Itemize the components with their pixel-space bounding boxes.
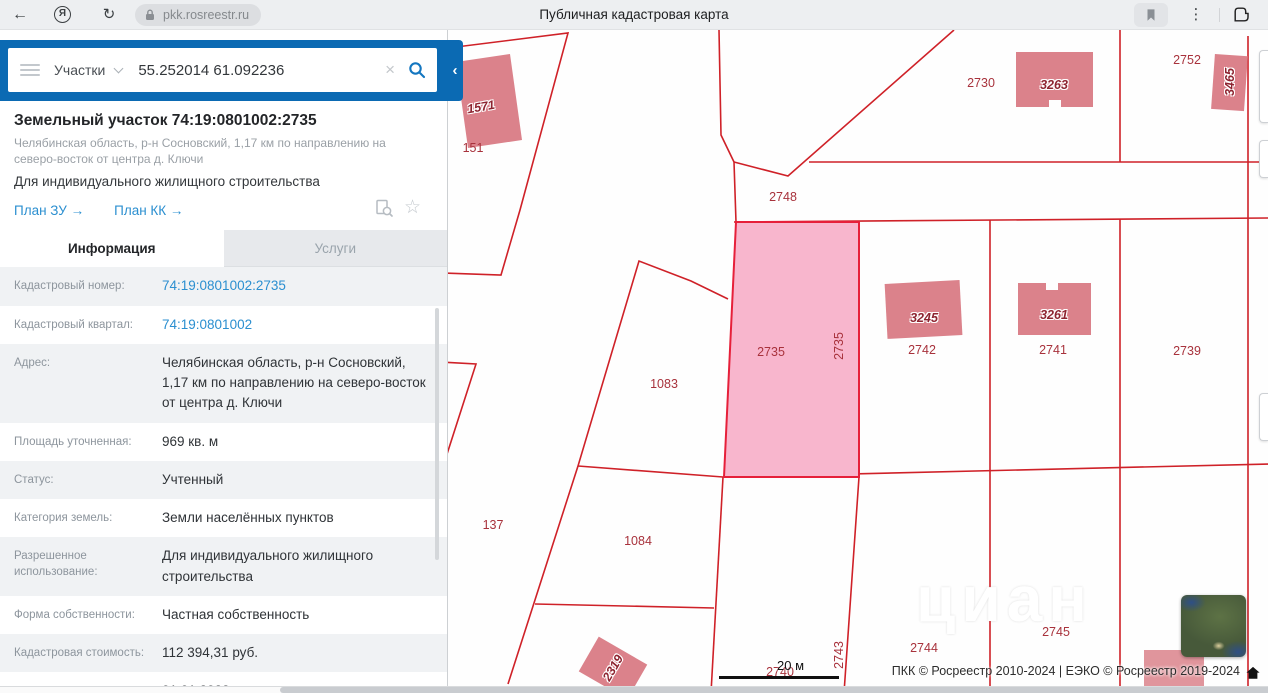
parcel-label-2730: 2730 [967, 76, 995, 90]
table-row: Категория земель: Земли населённых пункт… [0, 499, 447, 538]
url-text: pkk.rosreestr.ru [163, 8, 250, 22]
page-title: Публичная кадастровая карта [539, 7, 729, 22]
table-row: Площадь уточненная: 969 кв. м [0, 422, 447, 461]
parcel-label-2742: 2742 [908, 343, 936, 357]
back-icon[interactable]: ← [10, 0, 30, 30]
parcel-label-2735: 2735 [757, 345, 785, 359]
object-address: Челябинская область, р-н Сосновский, 1,1… [14, 136, 386, 167]
tab-information[interactable]: Информация [0, 230, 224, 268]
table-row: Кадастровая стоимость: 112 394,31 руб. [0, 634, 447, 673]
row-value: Частная собственность [162, 606, 310, 622]
map-scale-bar: 20 м [719, 658, 839, 679]
menu-icon[interactable] [20, 64, 40, 76]
browser-bar: ← Я ↻ pkk.rosreestr.ru Публичная кадастр… [0, 0, 1268, 30]
search-bar: Участки × [0, 40, 447, 101]
cadastral-block-link[interactable]: 74:19:0801002 [162, 315, 447, 335]
row-value: Земли населённых пунктов [162, 510, 334, 526]
parcel-label-1083: 1083 [650, 377, 678, 391]
lock-icon [146, 9, 154, 20]
parcel-label-2739: 2739 [1173, 344, 1201, 358]
row-label: Кадастровый квартал: [14, 318, 133, 331]
parcel-label-2743: 2743 [832, 641, 846, 669]
panel-tabs: Информация Услуги [0, 230, 447, 268]
home-icon [1246, 666, 1260, 679]
cadastral-map[interactable]: циан 151 1571 2730 3263 2752 3465 2748 2… [447, 30, 1268, 693]
preview-search-icon[interactable] [374, 198, 394, 218]
parcel-label-151: 151 [462, 141, 484, 155]
plan-zu-link[interactable]: План ЗУ → [14, 203, 84, 218]
row-value: Для индивидуального жилищного строительс… [162, 548, 374, 584]
parcel-label-137: 137 [482, 518, 504, 532]
parcel-label-2752: 2752 [1173, 53, 1201, 67]
overview-minimap[interactable] [1181, 595, 1246, 657]
table-row: Кадастровый квартал: 74:19:0801002 [0, 305, 447, 344]
horizontal-scrollbar[interactable] [0, 686, 1268, 693]
bookmark-icon [1147, 9, 1155, 21]
chevron-down-icon [113, 63, 124, 73]
row-label: Форма собственности: [14, 608, 135, 621]
horizontal-scrollbar-thumb[interactable] [280, 687, 1268, 693]
table-row: Статус: Учтенный [0, 460, 447, 500]
table-row: Кадастровый номер: 74:19:0801002:2735 [0, 267, 447, 306]
search-field[interactable]: Участки × [8, 48, 437, 92]
object-title: Земельный участок 74:19:0801002:2735 [14, 112, 317, 129]
table-row: Разрешенное использование: Для индивидуа… [0, 537, 447, 596]
row-value: 112 394,31 руб. [162, 645, 259, 661]
search-icon[interactable] [407, 60, 427, 80]
building-label-3261: 3261 [1040, 308, 1068, 322]
panel-scrollbar[interactable] [435, 308, 439, 560]
parcel-label-1084: 1084 [624, 534, 652, 548]
tab-services[interactable]: Услуги [223, 230, 447, 268]
table-row: Адрес: Челябинская область, р-н Сосновск… [0, 343, 447, 423]
plan-kk-link[interactable]: План КК → [114, 203, 183, 218]
favorite-star-icon[interactable]: ☆ [404, 198, 421, 218]
object-usage: Для индивидуального жилищного строительс… [14, 174, 320, 190]
details-table: Кадастровый номер: 74:19:0801002:2735 Ка… [0, 267, 447, 693]
map-attribution: ПКК © Росреестр 2010-2024 | ЕЭКО © Росре… [891, 664, 1240, 678]
reload-icon[interactable]: ↻ [99, 0, 119, 30]
building-label-3263: 3263 [1040, 78, 1068, 92]
collections-icon[interactable] [1231, 4, 1252, 30]
row-label: Кадастровая стоимость: [14, 647, 145, 660]
row-label: Кадастровый номер: [14, 280, 125, 293]
row-value: Учтенный [162, 471, 224, 487]
parcel-label-2744: 2744 [910, 641, 938, 655]
object-header: Земельный участок 74:19:0801002:2735 Чел… [0, 101, 447, 222]
row-label: Категория земель: [14, 512, 113, 525]
row-label: Статус: [14, 473, 54, 486]
search-category-label: Участки [54, 62, 106, 78]
map-control-button[interactable] [1259, 140, 1268, 178]
screen: ← Я ↻ pkk.rosreestr.ru Публичная кадастр… [0, 0, 1268, 693]
cadastral-number-link[interactable]: 74:19:0801002:2735 [162, 276, 447, 296]
row-value: Челябинская область, р-н Сосновский, 1,1… [162, 354, 426, 411]
parcel-label-2745: 2745 [1042, 625, 1070, 639]
row-label: Адрес: [14, 356, 51, 369]
address-bar[interactable]: pkk.rosreestr.ru [135, 4, 262, 26]
search-input[interactable] [138, 61, 380, 79]
parcel-label-2748: 2748 [769, 190, 797, 204]
info-panel: Участки × Земельный участок 74:19:080100… [0, 30, 447, 693]
row-value: 969 кв. м [162, 433, 219, 449]
clear-search-icon[interactable]: × [385, 60, 395, 80]
map-control-button[interactable] [1259, 50, 1268, 123]
building-label-3245: 3245 [910, 311, 938, 325]
row-label: Площадь уточненная: [14, 435, 132, 448]
parcel-label-2735-rotated: 2735 [832, 332, 846, 360]
map-control-button[interactable] [1259, 393, 1268, 441]
cadastral-map-canvas[interactable] [448, 30, 1268, 693]
toolbar-separator [1219, 8, 1220, 22]
scale-label: 20 м [777, 658, 805, 673]
parcel-label-2741: 2741 [1039, 343, 1067, 357]
search-category-select[interactable]: Участки [54, 62, 124, 78]
bookmark-button[interactable] [1134, 3, 1168, 27]
row-label: Разрешенное использование: [14, 550, 98, 579]
browser-menu-icon[interactable]: ⋮ [1188, 0, 1204, 30]
home-button[interactable] [1246, 666, 1260, 685]
building-label-3465: 3465 [1223, 68, 1237, 96]
yandex-browser-icon[interactable]: Я [54, 6, 71, 23]
table-row: Форма собственности: Частная собственнос… [0, 595, 447, 635]
collapse-panel-button[interactable]: ‹ [447, 40, 463, 101]
